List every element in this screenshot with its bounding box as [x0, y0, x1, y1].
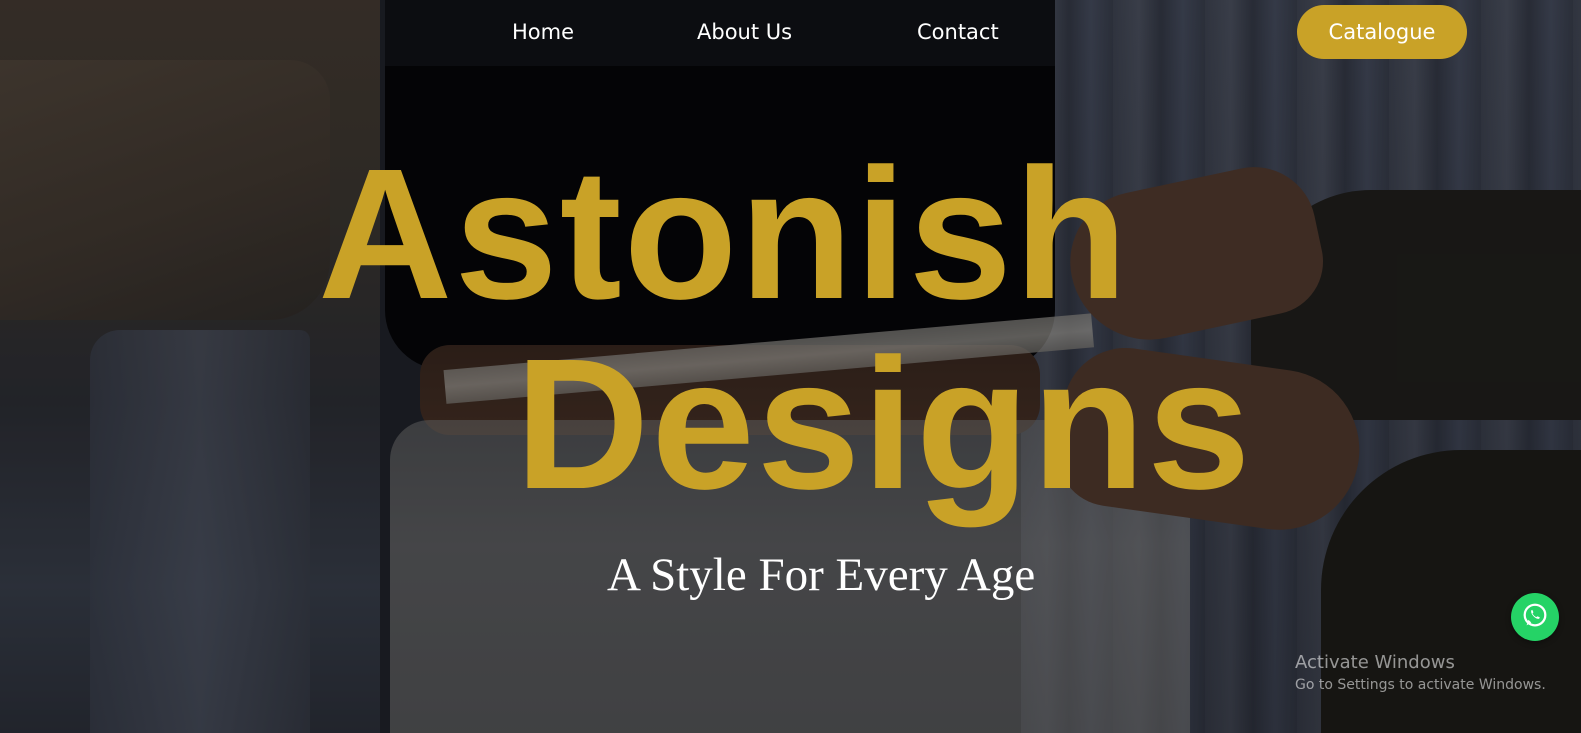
hero-tagline: A Style For Every Age [607, 549, 1036, 601]
watermark-title: Activate Windows [1295, 652, 1455, 673]
nav-link-home[interactable]: Home [512, 16, 574, 48]
nav-link-contact[interactable]: Contact [917, 16, 999, 48]
hero-title-line-2: Designs [515, 321, 1253, 528]
hero-title-line-1: Astonish [318, 131, 1130, 338]
nav-link-about-us[interactable]: About Us [697, 16, 792, 48]
top-navigation: Home About Us Contact Catalogue [0, 0, 1581, 66]
catalogue-button[interactable]: Catalogue [1297, 5, 1467, 59]
whatsapp-icon [1520, 600, 1550, 634]
whatsapp-chat-button[interactable] [1511, 593, 1559, 641]
windows-activation-watermark: Activate Windows Go to Settings to activ… [1295, 651, 1575, 695]
watermark-subtitle: Go to Settings to activate Windows. [1295, 677, 1546, 693]
